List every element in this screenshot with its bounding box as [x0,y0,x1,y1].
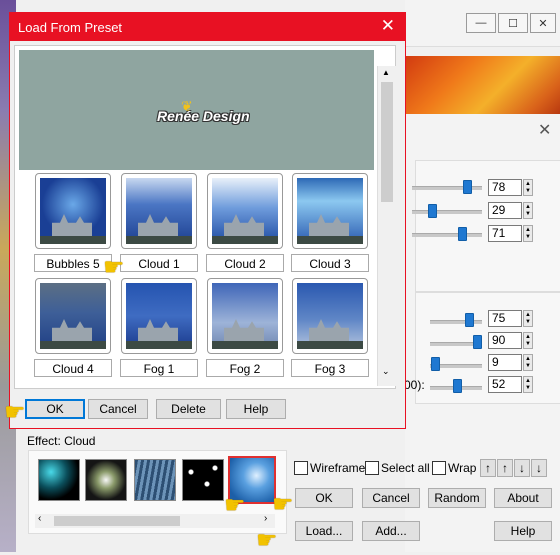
pointing-hand-icon: ☛ [272,491,294,518]
slider-thumb[interactable] [465,313,474,327]
spin-arrows-icon[interactable]: ▲ ▼ [523,179,533,196]
value-field[interactable]: 29 [488,202,522,219]
value-field[interactable]: 71 [488,225,522,242]
maximize-button[interactable]: ☐ [498,13,528,33]
wrap-label: Wrap [448,461,477,475]
value-field[interactable]: 78 [488,179,522,196]
vertical-scrollbar[interactable]: ▲ ⌄ [377,66,396,386]
add-button[interactable]: Add... [362,521,420,541]
preset-label[interactable]: Cloud 2 [206,254,284,272]
move-bottom-icon[interactable]: ↓ [531,459,547,477]
dialog-cancel-button[interactable]: Cancel [88,399,148,419]
spin-arrows-icon[interactable]: ▲ ▼ [523,332,533,349]
butterfly-icon: ❦ [181,98,193,114]
about-button[interactable]: About [494,488,552,508]
preset-label[interactable]: Cloud 3 [291,254,369,272]
preset-label[interactable]: Cloud 1 [120,254,198,272]
preset-thumbnail[interactable] [207,173,283,249]
scroll-down-icon[interactable]: ⌄ [382,366,390,377]
pointing-hand-icon: ☛ [256,527,278,554]
preset-banner: Renée Design ❦ [19,50,374,170]
background-preview-image [405,56,560,114]
preset-thumbnail[interactable] [121,278,197,354]
slider-thumb[interactable] [430,357,440,371]
move-up-icon[interactable]: ↑ [480,459,496,477]
preset-thumbnail[interactable] [207,278,283,354]
minimize-button[interactable]: — [466,13,496,33]
preset-label[interactable]: Cloud 4 [34,359,112,377]
preset-thumbnail[interactable] [35,173,111,249]
slider-thumb[interactable] [428,204,438,218]
effect-label: Effect: Cloud [27,434,96,448]
wireframe-label: Wireframe [310,461,366,475]
dialog-title: Load From Preset [18,20,123,35]
pointing-hand-icon: ☛ [224,492,246,519]
slider-track [430,320,482,324]
value-field[interactable]: 9 [488,354,522,371]
spin-arrows-icon[interactable]: ▲ ▼ [523,225,533,242]
scroll-right-icon[interactable]: › [264,513,267,524]
random-button[interactable]: Random [428,488,486,508]
wireframe-checkbox[interactable] [294,461,308,475]
effect-thumbnail[interactable] [38,459,80,501]
slider-thumb[interactable] [472,335,482,349]
preset-thumbnail[interactable] [292,278,368,354]
wrap-checkbox[interactable] [432,461,446,475]
pointing-hand-icon: ☛ [4,399,26,426]
effect-thumbnail[interactable] [85,459,127,501]
help-button[interactable]: Help [494,521,552,541]
scrollbar-thumb[interactable] [381,82,393,202]
preset-list[interactable]: Renée Design ❦ ▲ ⌄ Bubbles 5 Cloud 1 Clo… [14,45,396,389]
preset-thumbnail[interactable] [121,173,197,249]
ok-button[interactable]: OK [295,488,353,508]
cancel-button[interactable]: Cancel [362,488,420,508]
spin-arrows-icon[interactable]: ▲ ▼ [523,310,533,327]
scrollbar-thumb[interactable] [54,516,180,526]
value-field[interactable]: 75 [488,310,522,327]
dialog-close-icon[interactable]: ✕ [381,16,395,36]
preset-thumbnail[interactable] [35,278,111,354]
load-button[interactable]: Load... [295,521,353,541]
dialog-ok-button[interactable]: OK [25,399,85,419]
close-icon[interactable]: ✕ [538,120,551,140]
window-close-button[interactable]: ✕ [530,13,556,33]
preset-label[interactable]: Bubbles 5 [34,254,112,272]
pointing-hand-icon: ☛ [103,254,125,281]
dialog-body: Renée Design ❦ ▲ ⌄ Bubbles 5 Cloud 1 Clo… [10,41,405,428]
select-all-label: Select all [381,461,430,475]
value-field[interactable]: 52 [488,376,522,393]
move-top-icon[interactable]: ↑ [497,459,513,477]
effect-thumbnail[interactable] [134,459,176,501]
preset-label[interactable]: Fog 1 [120,359,198,377]
preset-thumbnail[interactable] [292,173,368,249]
preset-label[interactable]: Fog 3 [291,359,369,377]
preset-label[interactable]: Fog 2 [206,359,284,377]
slider-thumb[interactable] [457,227,467,241]
effect-thumbnail[interactable] [182,459,224,501]
move-down-icon[interactable]: ↓ [514,459,530,477]
slider-label: 00): [404,378,425,392]
load-from-preset-dialog: Load From Preset ✕ Renée Design ❦ ▲ ⌄ Bu… [9,12,406,429]
slider-thumb[interactable] [453,379,463,393]
scroll-up-icon[interactable]: ▲ [382,68,390,77]
select-all-checkbox[interactable] [365,461,379,475]
slider-thumb[interactable] [462,180,472,194]
dialog-help-button[interactable]: Help [226,399,286,419]
value-field[interactable]: 90 [488,332,522,349]
slider-track [412,210,482,214]
dialog-titlebar: Load From Preset ✕ [10,13,405,41]
renee-design-logo: Renée Design [157,108,250,124]
dialog-delete-button[interactable]: Delete [156,399,221,419]
scroll-left-icon[interactable]: ‹ [38,513,41,524]
slider-track [412,233,482,237]
spin-arrows-icon[interactable]: ▲ ▼ [523,354,533,371]
spin-arrows-icon[interactable]: ▲ ▼ [523,202,533,219]
spin-arrows-icon[interactable]: ▲ ▼ [523,376,533,393]
